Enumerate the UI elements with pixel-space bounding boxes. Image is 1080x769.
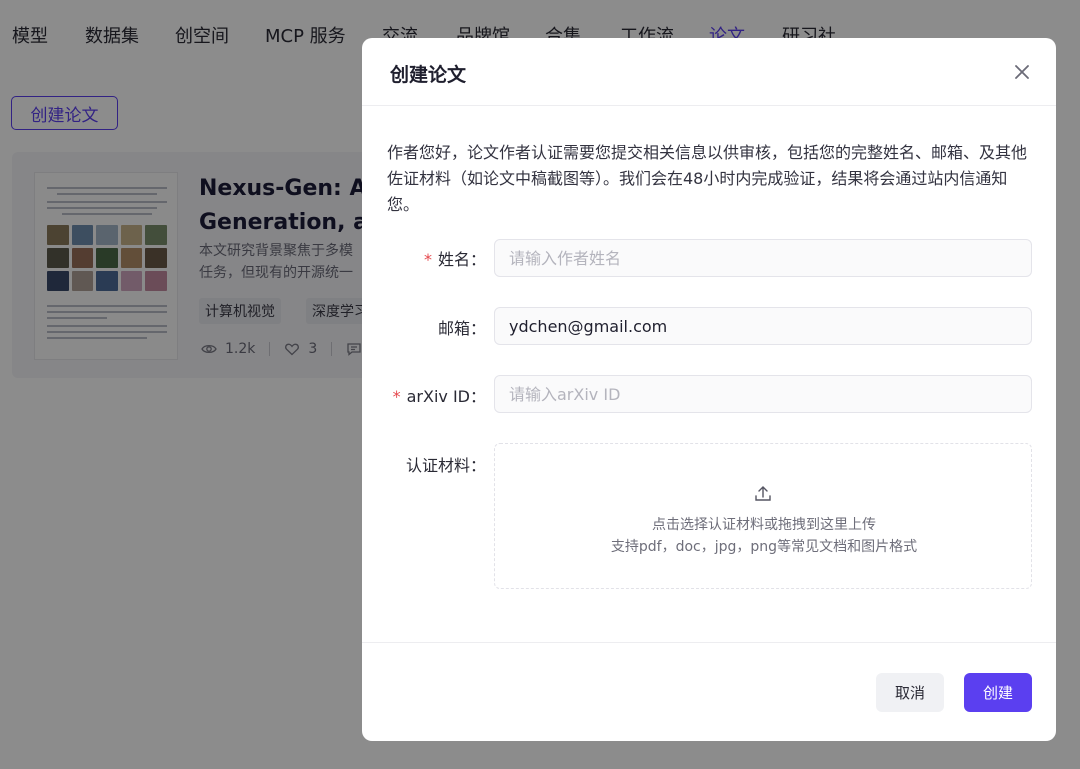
dialog-title: 创建论文 — [390, 64, 467, 86]
email-label: 邮箱： — [437, 319, 486, 338]
author-name-input[interactable] — [494, 239, 1032, 277]
upload-dropzone[interactable]: 点击选择认证材料或拖拽到这里上传 支持pdf，doc，jpg，png等常见文档和… — [494, 443, 1032, 589]
required-marker: * — [423, 250, 432, 269]
create-button[interactable]: 创建 — [964, 673, 1032, 712]
dialog-header: 创建论文 — [362, 38, 1056, 106]
footer-divider — [362, 642, 1056, 643]
upload-instruction: 点击选择认证材料或拖拽到这里上传 — [652, 517, 876, 533]
upload-icon — [754, 484, 772, 506]
email-input[interactable] — [494, 307, 1032, 345]
upload-formats: 支持pdf，doc，jpg，png等常见文档和图片格式 — [610, 539, 918, 555]
create-paper-dialog: 创建论文 作者您好，论文作者认证需要您提交相关信息以供审核，包括您的完整姓名、邮… — [362, 38, 1056, 741]
arxiv-id-input[interactable] — [494, 375, 1032, 413]
material-label: 认证材料： — [405, 456, 486, 475]
close-icon[interactable] — [1010, 60, 1034, 84]
required-marker: * — [392, 387, 401, 406]
arxiv-label: * arXiv ID： — [392, 387, 486, 406]
dialog-intro-text: 作者您好，论文作者认证需要您提交相关信息以供审核，包括您的完整姓名、邮箱、及其他… — [387, 143, 1028, 214]
cancel-button[interactable]: 取消 — [876, 673, 944, 712]
name-label: * 姓名： — [423, 250, 486, 269]
